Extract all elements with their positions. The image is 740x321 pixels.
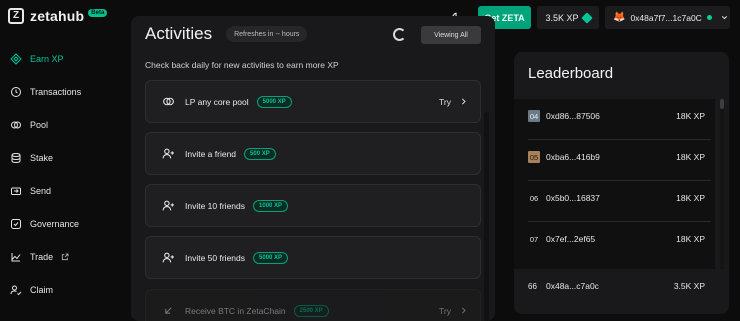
filter-dropdown[interactable]: Viewing All <box>421 26 481 44</box>
try-button[interactable]: Try <box>439 81 468 122</box>
add-user-icon <box>162 251 175 264</box>
xp-value: 18K XP <box>676 152 705 162</box>
sidebar-item-pool[interactable]: Pool <box>10 115 48 135</box>
zetahub-logo[interactable]: Z zetahub Beta <box>8 8 108 24</box>
activity-invite-50-friends[interactable]: Invite 50 friends 5000 XP <box>145 236 481 279</box>
sidebar-item-label: Send <box>30 186 52 196</box>
beta-badge: Beta <box>88 9 108 17</box>
refresh-timer-chip: Refreshes in -- hours <box>226 26 308 42</box>
leaderboard-my-row: 66 0x48a...c7a0c 3.5K XP <box>528 274 711 298</box>
address: 0x48a...c7a0c <box>546 281 599 291</box>
external-link-icon <box>62 253 69 261</box>
sidebar: Earn XP Transactions Pool Stake Send Gov… <box>0 42 112 321</box>
sidebar-item-label: Governance <box>30 219 80 229</box>
leaderboard-row: 06 0x5b0...16837 18K XP <box>528 181 711 215</box>
rank-number: 07 <box>529 234 539 244</box>
xp-value: 18K XP <box>676 193 705 203</box>
zeta-logo-icon: Z <box>8 8 24 24</box>
address: 0x7ef...2ef65 <box>546 234 596 244</box>
wallet-address: 0x48a7f7...1c7a0C <box>630 12 702 23</box>
leaderboard-card: Leaderboard 04 0xd86...87506 18K XP 05 0… <box>514 52 729 314</box>
address: 0x5b0...16837 <box>546 193 600 203</box>
send-icon <box>10 185 22 197</box>
xp-total-pill[interactable]: 3.5K XP <box>537 6 599 29</box>
xp-total: 3.5K XP <box>545 12 579 23</box>
rank-number: 04 <box>528 110 540 122</box>
connected-status-dot <box>706 15 712 20</box>
leaderboard-row: 04 0xd86...87506 18K XP <box>528 99 711 133</box>
xp-reward-badge: 500 XP <box>244 147 276 160</box>
sidebar-item-governance[interactable]: Governance <box>10 214 79 234</box>
leaderboard-list[interactable]: 04 0xd86...87506 18K XP 05 0xba6...416b9… <box>514 99 715 269</box>
metamask-fox-icon: 🦊 <box>613 12 626 23</box>
activities-scrollbar[interactable] <box>484 112 489 321</box>
rank-number: 66 <box>528 281 537 291</box>
sidebar-item-label: Trade <box>30 252 54 262</box>
sidebar-item-label: Pool <box>30 120 49 130</box>
try-button[interactable]: Try <box>439 290 468 321</box>
chevron-right-icon <box>462 307 466 314</box>
xp-value: 3.5K XP <box>673 281 705 291</box>
add-user-icon <box>162 199 175 212</box>
chevron-right-icon <box>462 98 466 105</box>
activity-invite-10-friends[interactable]: Invite 10 friends 1000 XP <box>145 184 481 227</box>
pool-icon <box>10 119 22 131</box>
wallet-button[interactable]: 🦊 0x48a7f7...1c7a0C <box>605 6 730 29</box>
xp-value: 18K XP <box>676 111 705 121</box>
sidebar-item-label: Stake <box>30 153 54 163</box>
stack-icon <box>10 152 22 164</box>
activity-label: Invite a friend <box>185 148 237 159</box>
chevron-down-icon <box>721 16 727 20</box>
rank-number: 06 <box>529 193 539 203</box>
sidebar-item-send[interactable]: Send <box>10 181 51 201</box>
xp-reward-badge: 5000 XP <box>253 251 289 264</box>
activity-label: Invite 50 friends <box>185 252 246 263</box>
add-user-icon <box>162 147 175 160</box>
leaderboard-title: Leaderboard <box>528 65 614 82</box>
xp-value: 18K XP <box>676 234 705 244</box>
trade-icon <box>10 251 22 263</box>
sidebar-item-label: Earn XP <box>30 54 64 64</box>
activity-lp-core-pool[interactable]: LP any core pool 5000 XP Try <box>145 80 481 123</box>
activity-invite-friend[interactable]: Invite a friend 500 XP <box>145 132 481 175</box>
activity-label: Receive BTC in ZetaChain <box>185 305 286 316</box>
activities-subtitle: Check back daily for new activities to e… <box>145 60 339 70</box>
xp-reward-badge: 5000 XP <box>256 95 292 108</box>
address: 0xd86...87506 <box>546 111 600 121</box>
activities-header: Activities Refreshes in -- hours <box>145 24 308 44</box>
sidebar-item-trade[interactable]: Trade <box>10 247 69 267</box>
xp-diamond-icon <box>580 11 593 24</box>
sidebar-item-label: Claim <box>30 285 54 295</box>
sidebar-item-claim[interactable]: Claim <box>10 280 53 300</box>
activity-label: LP any core pool <box>185 96 249 107</box>
xp-reward-badge: 2500 XP <box>293 304 329 317</box>
leaderboard-scrollbar[interactable] <box>720 99 724 269</box>
try-label: Try <box>439 96 451 107</box>
logo-text: zetahub <box>30 8 85 24</box>
pool-icon <box>162 95 175 108</box>
loading-spinner-icon <box>393 28 406 41</box>
xp-reward-badge: 1000 XP <box>253 199 289 212</box>
address: 0xba6...416b9 <box>546 152 600 162</box>
try-label: Try <box>439 305 451 316</box>
sidebar-item-transactions[interactable]: Transactions <box>10 82 81 102</box>
arrow-down-left-icon <box>162 304 175 317</box>
claim-icon <box>10 284 22 296</box>
leaderboard-row: 05 0xba6...416b9 18K XP <box>528 140 711 174</box>
rank-number: 05 <box>528 151 540 163</box>
activity-receive-btc[interactable]: Receive BTC in ZetaChain 2500 XP Try <box>145 289 481 321</box>
activities-title: Activities <box>145 24 213 43</box>
governance-icon <box>10 218 22 230</box>
leaderboard-row: 07 0x7ef...2ef65 18K XP <box>528 222 711 256</box>
activities-card: Activities Refreshes in -- hours Viewing… <box>131 16 495 321</box>
diamond-icon <box>10 53 22 65</box>
leaderboard-scroll-thumb[interactable] <box>720 99 724 109</box>
sidebar-item-earn-xp[interactable]: Earn XP <box>10 49 64 69</box>
sidebar-item-stake[interactable]: Stake <box>10 148 53 168</box>
sidebar-item-label: Transactions <box>30 87 82 97</box>
activity-label: Invite 10 friends <box>185 200 246 211</box>
clock-icon <box>10 86 22 98</box>
